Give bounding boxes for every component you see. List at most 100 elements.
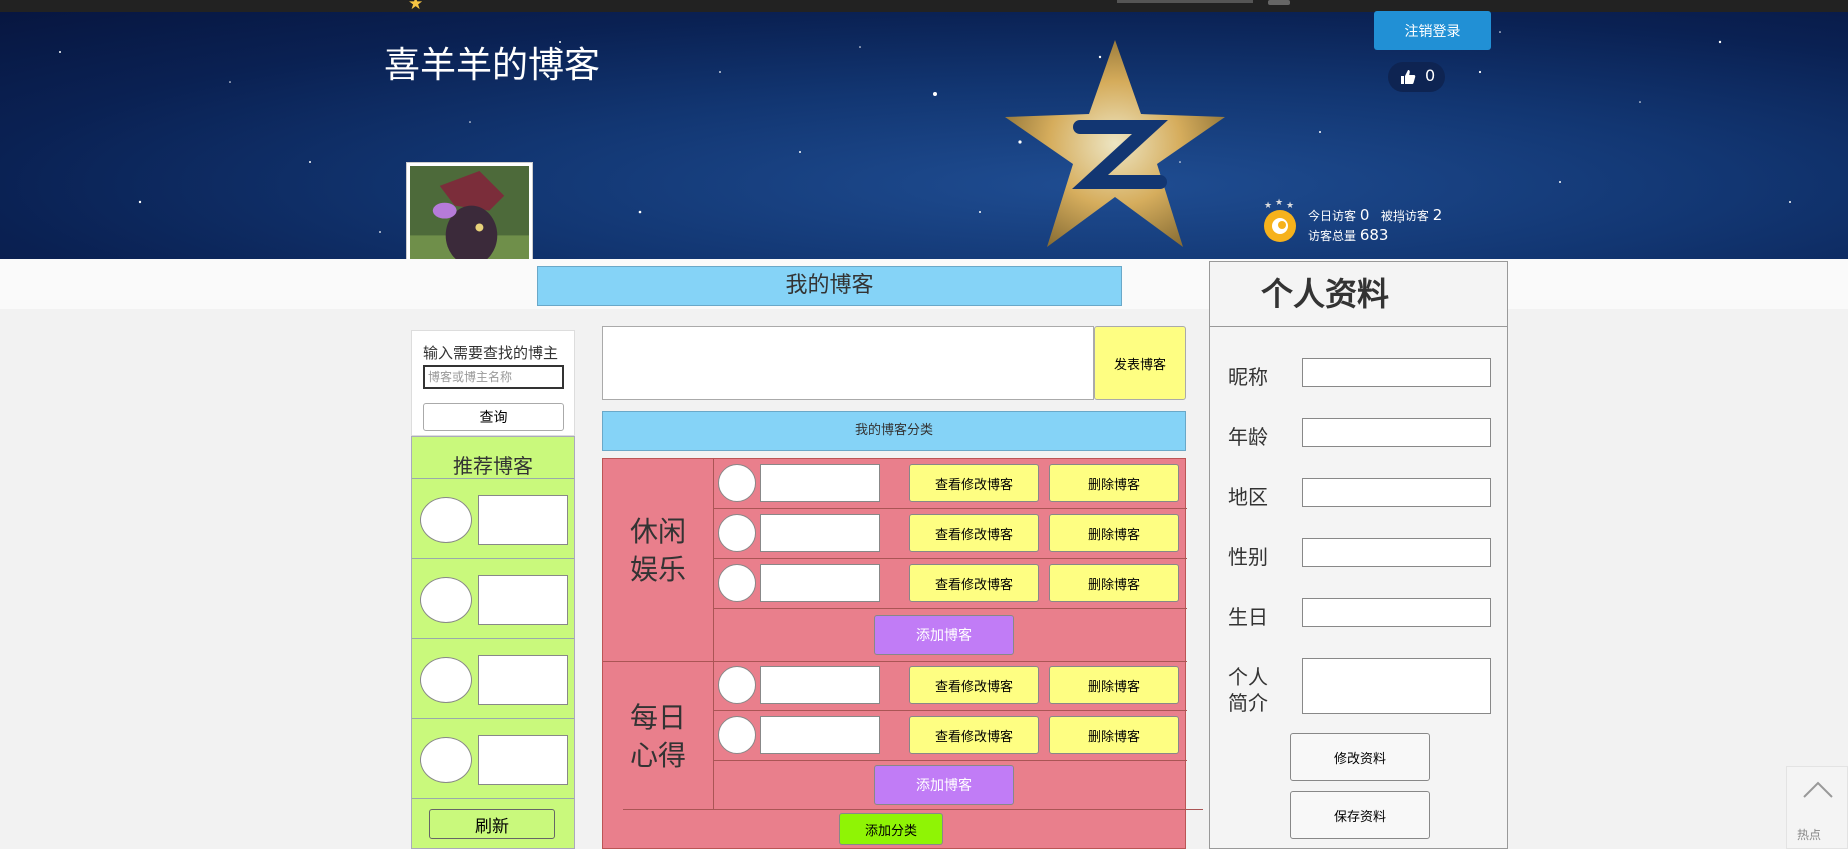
svg-text:★: ★ (1286, 201, 1294, 211)
category-name: 每日 心得 (603, 699, 713, 775)
top-toolbar: ★ (0, 0, 1848, 14)
blog-entry-row: 查看修改博客 删除博客 (713, 509, 1187, 559)
post-textarea[interactable] (602, 326, 1094, 400)
bio-textarea[interactable] (1302, 658, 1491, 714)
recommend-title: 推荐博客 (412, 437, 574, 479)
entry-title-field[interactable] (760, 564, 880, 602)
profile-title: 个人资料 (1210, 262, 1507, 327)
recommend-name-box[interactable] (478, 495, 568, 545)
delete-blog-button[interactable]: 删除博客 (1049, 514, 1179, 552)
qzone-star-logo (1005, 40, 1225, 247)
visitor-badge-icon: ★ ★ ★ (1264, 198, 1296, 242)
entry-thumbnail[interactable] (718, 716, 756, 754)
bio-label-line: 个人 (1228, 665, 1268, 689)
category-header: 我的博客分类 (602, 411, 1186, 451)
view-edit-blog-button[interactable]: 查看修改博客 (909, 716, 1039, 754)
category-area: 休闲 娱乐 查看修改博客 删除博客 查看修改博客 删除博客 查看修改博客 删除博… (602, 458, 1203, 849)
svg-text:★: ★ (1264, 201, 1272, 211)
category-name-line: 每日 (629, 701, 686, 734)
blog-entry-row: 查看修改博客 删除博客 (713, 559, 1187, 609)
today-visitors-label: 今日访客 (1308, 209, 1357, 223)
toolbar-search[interactable] (1117, 0, 1253, 3)
recommend-avatar[interactable] (420, 657, 472, 703)
svg-text:★: ★ (1275, 198, 1283, 208)
gender-label: 性别 (1228, 545, 1268, 569)
recommend-avatar[interactable] (420, 577, 472, 623)
search-label: 输入需要查找的博主 (423, 344, 559, 362)
category-name-line: 娱乐 (629, 553, 686, 586)
modify-profile-button[interactable]: 修改资料 (1290, 733, 1430, 781)
delete-blog-button[interactable]: 删除博客 (1049, 666, 1179, 704)
region-input[interactable] (1302, 478, 1491, 507)
scroll-up-icon (1803, 781, 1833, 798)
blocked-visitors-label: 被挡访客 (1380, 209, 1429, 223)
hot-label: 热点 (1797, 828, 1822, 842)
blog-entry-row: 查看修改博客 删除博客 (713, 459, 1187, 509)
recommend-avatar[interactable] (420, 737, 472, 783)
like-button[interactable]: 0 (1388, 62, 1445, 92)
recommend-item[interactable] (412, 559, 574, 639)
recommend-item[interactable] (412, 479, 574, 559)
entry-thumbnail[interactable] (718, 464, 756, 502)
back-to-top-button[interactable]: 热点 (1786, 766, 1848, 849)
add-blog-button[interactable]: 添加博客 (874, 765, 1014, 805)
my-blog-header: 我的博客 (537, 266, 1122, 306)
delete-blog-button[interactable]: 删除博客 (1049, 564, 1179, 602)
entry-title-field[interactable] (760, 666, 880, 704)
today-visitors-value: 0 (1359, 206, 1370, 224)
birthday-input[interactable] (1302, 598, 1491, 627)
starfield-background (59, 31, 1791, 233)
recommend-panel: 推荐博客 刷新 (411, 436, 575, 849)
visitor-stats-row2: 访客总量 683 (1308, 226, 1388, 244)
logout-button[interactable]: 注销登录 (1374, 11, 1491, 50)
recommend-item[interactable] (412, 719, 574, 799)
view-edit-blog-button[interactable]: 查看修改博客 (909, 564, 1039, 602)
toolbar-icon[interactable] (1268, 0, 1290, 5)
recommend-name-box[interactable] (478, 575, 568, 625)
recommend-avatar[interactable] (420, 497, 472, 543)
recommend-name-box[interactable] (478, 735, 568, 785)
visitor-stats-row1: 今日访客 0 被挡访客 2 (1308, 206, 1442, 224)
nickname-input[interactable] (1302, 358, 1491, 387)
entry-thumbnail[interactable] (718, 564, 756, 602)
gender-input[interactable] (1302, 538, 1491, 567)
blog-entry-row: 查看修改博客 删除博客 (713, 661, 1187, 711)
blog-entry-row: 查看修改博客 删除博客 (713, 711, 1187, 761)
blog-banner: 喜羊羊的博客 (0, 12, 1848, 259)
age-input[interactable] (1302, 418, 1491, 447)
query-button[interactable]: 查询 (423, 403, 564, 431)
total-visitors-label: 访客总量 (1308, 229, 1357, 243)
profile-panel: 个人资料 昵称 年龄 地区 性别 生日 个人 简介 修改资料 保存资料 (1209, 261, 1508, 849)
delete-blog-button[interactable]: 删除博客 (1049, 464, 1179, 502)
entry-title-field[interactable] (760, 716, 880, 754)
recommend-name-box[interactable] (478, 655, 568, 705)
entry-title-field[interactable] (760, 514, 880, 552)
add-category-button[interactable]: 添加分类 (839, 813, 943, 845)
search-input[interactable] (423, 365, 564, 389)
add-blog-button[interactable]: 添加博客 (874, 615, 1014, 655)
region-label: 地区 (1228, 485, 1268, 509)
delete-blog-button[interactable]: 删除博客 (1049, 716, 1179, 754)
view-edit-blog-button[interactable]: 查看修改博客 (909, 666, 1039, 704)
view-edit-blog-button[interactable]: 查看修改博客 (909, 514, 1039, 552)
bio-label: 个人 简介 (1228, 664, 1268, 716)
entry-thumbnail[interactable] (718, 514, 756, 552)
like-count: 0 (1425, 66, 1436, 85)
nickname-label: 昵称 (1228, 365, 1268, 389)
blog-title: 喜羊羊的博客 (384, 45, 601, 86)
divider (623, 809, 1203, 810)
category-name-line: 心得 (629, 739, 686, 772)
birthday-label: 生日 (1228, 605, 1268, 629)
category-name: 休闲 娱乐 (603, 513, 713, 589)
age-label: 年龄 (1228, 425, 1268, 449)
view-edit-blog-button[interactable]: 查看修改博客 (909, 464, 1039, 502)
refresh-button[interactable]: 刷新 (429, 809, 555, 839)
total-visitors-value: 683 (1359, 226, 1389, 244)
entry-thumbnail[interactable] (718, 666, 756, 704)
publish-button[interactable]: 发表博客 (1094, 326, 1186, 400)
recommend-item[interactable] (412, 639, 574, 719)
blocked-visitors-value: 2 (1432, 206, 1443, 224)
save-profile-button[interactable]: 保存资料 (1290, 791, 1430, 839)
bio-label-line: 简介 (1228, 691, 1268, 715)
entry-title-field[interactable] (760, 464, 880, 502)
